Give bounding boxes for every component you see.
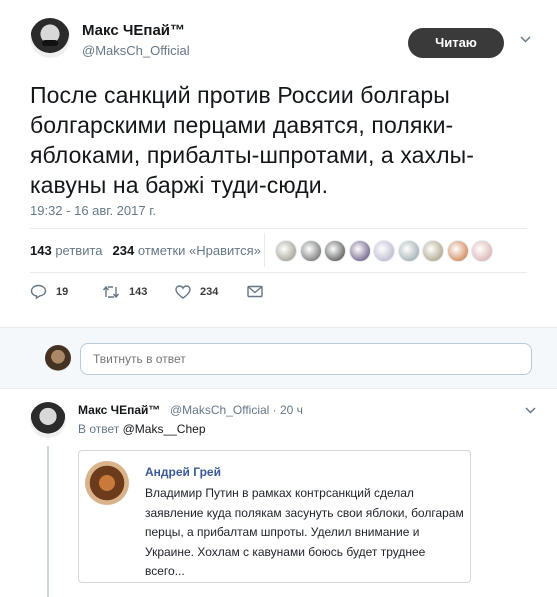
in-reply-to: В ответ @Maks__Chep xyxy=(78,422,206,436)
quote-author-name: Андрей Грей xyxy=(145,465,221,479)
divider xyxy=(30,272,527,273)
retweet-count: 143 xyxy=(129,285,148,298)
reply-composer xyxy=(0,327,557,389)
chevron-down-icon[interactable] xyxy=(525,405,536,417)
retweet-action[interactable]: 143 xyxy=(102,285,175,299)
tweet-actions: 19 143 234 xyxy=(30,284,263,299)
author-name[interactable]: Макс ЧЕпай™ xyxy=(82,22,185,39)
heart-icon xyxy=(175,284,191,299)
liker-avatar[interactable] xyxy=(422,240,444,262)
reply-tweet: Макс ЧЕпай™ @MaksCh_Official · 20 ч В от… xyxy=(0,390,557,597)
retweet-icon xyxy=(102,285,120,298)
author-avatar[interactable] xyxy=(30,18,70,58)
reply-input[interactable] xyxy=(80,343,532,375)
likes-stat[interactable]: 234 отметки «Нравится» xyxy=(113,243,261,258)
like-action[interactable]: 234 xyxy=(175,284,247,299)
author-handle[interactable]: @MaksCh_Official xyxy=(82,43,190,58)
tweet-timestamp[interactable]: 19:32 - 16 авг. 2017 г. xyxy=(30,203,156,218)
liker-avatar[interactable] xyxy=(446,240,469,262)
quote-text: Владимир Путин в рамках контрсанкций сде… xyxy=(145,486,464,578)
reply-author-avatar[interactable] xyxy=(30,402,66,438)
user-avatar xyxy=(45,345,71,371)
tweet-text: После санкций против России болгары болг… xyxy=(30,82,475,198)
liker-avatar[interactable] xyxy=(324,240,346,262)
liker-avatar[interactable] xyxy=(299,240,322,262)
reply-action[interactable]: 19 xyxy=(30,284,102,299)
divider xyxy=(30,228,527,229)
retweets-stat[interactable]: 143 ретвита xyxy=(30,243,103,258)
in-reply-handle[interactable]: @Maks__Chep xyxy=(123,422,206,436)
divider xyxy=(264,233,265,267)
liker-avatar[interactable] xyxy=(373,240,395,262)
liker-avatar[interactable] xyxy=(397,240,420,262)
thread-line xyxy=(47,446,49,597)
liker-avatar[interactable] xyxy=(275,240,297,262)
reply-icon xyxy=(30,284,47,299)
likers-avatars xyxy=(275,240,496,262)
quote-author-avatar xyxy=(85,461,129,505)
chevron-down-icon[interactable] xyxy=(520,34,531,46)
liker-avatar[interactable] xyxy=(471,240,493,262)
envelope-icon xyxy=(247,285,263,298)
message-action[interactable] xyxy=(247,285,263,298)
quoted-post[interactable]: Андрей Грей Владимир Путин в рамках конт… xyxy=(78,450,471,583)
reply-author-name[interactable]: Макс ЧЕпай™ xyxy=(78,403,160,417)
reply-meta[interactable]: @MaksCh_Official · 20 ч xyxy=(170,403,303,417)
tweet-stats: 143 ретвита 234 отметки «Нравится» xyxy=(30,243,261,258)
liker-avatar[interactable] xyxy=(348,240,371,262)
follow-button[interactable]: Читаю xyxy=(408,28,504,58)
main-tweet: Макс ЧЕпай™ @MaksCh_Official Читаю После… xyxy=(0,0,557,327)
like-count: 234 xyxy=(200,285,219,298)
reply-count: 19 xyxy=(56,285,69,298)
